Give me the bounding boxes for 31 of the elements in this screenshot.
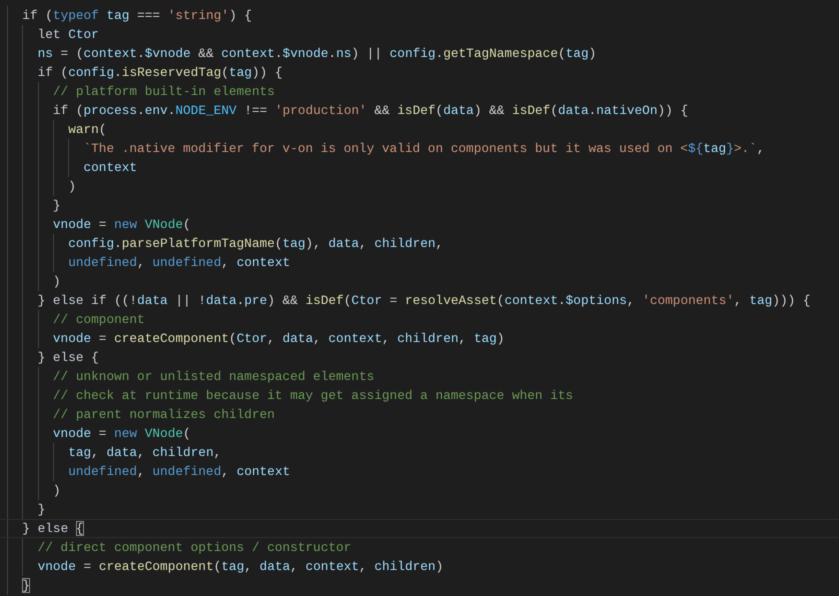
code-line: // parent normalizes children: [52, 406, 275, 424]
code-line: ): [68, 178, 76, 196]
code-line: } else {: [22, 520, 84, 537]
code-line: // component: [52, 311, 145, 329]
code-line: context: [83, 159, 138, 177]
code-line: } else if ((!data || !data.pre) && isDef(Ctor = resolveAsset(context.$options, 'components', tag))) {: [38, 292, 811, 310]
code-line: if (typeof tag === 'string') {: [22, 7, 252, 25]
code-line: // platform built-in elements: [52, 83, 275, 101]
code-line: // unknown or unlisted namespaced elements: [52, 368, 374, 386]
code-line: config.parsePlatformTagName(tag), data, children,: [68, 235, 444, 253]
code-line: vnode = createComponent(tag, data, context, children): [38, 558, 444, 576]
code-line: undefined, undefined, context: [68, 463, 290, 481]
code-line: undefined, undefined, context: [68, 254, 290, 272]
code-line: }: [22, 577, 30, 595]
code-line: }: [38, 501, 46, 519]
code-line: ): [52, 273, 61, 291]
code-line: ns = (context.$vnode && context.$vnode.ns) || config.getTagNamespace(tag): [38, 45, 596, 63]
code-line: } else {: [38, 349, 99, 367]
code-line: vnode = new VNode(: [52, 216, 191, 234]
code-line: `The .native modifier for v-on is only valid on components but it was used on <${tag}>.`,: [83, 140, 764, 158]
code-line: vnode = createComponent(Ctor, data, context, children, tag): [52, 330, 504, 348]
code-line: warn(: [68, 121, 106, 139]
code-line: // direct component options / constructor: [38, 539, 352, 557]
code-line: // check at runtime because it may get assigned a namespace when its: [52, 387, 574, 405]
code-line: if (process.env.NODE_ENV !== 'production' && isDef(data) && isDef(data.nativeOn)) {: [52, 102, 688, 120]
code-line: }: [52, 197, 61, 215]
code-line: if (config.isReservedTag(tag)) {: [38, 64, 282, 82]
code-line: let Ctor: [38, 26, 99, 44]
code-line: vnode = new VNode(: [52, 425, 191, 443]
code-line: tag, data, children,: [68, 444, 222, 462]
code-line: ): [52, 482, 61, 500]
